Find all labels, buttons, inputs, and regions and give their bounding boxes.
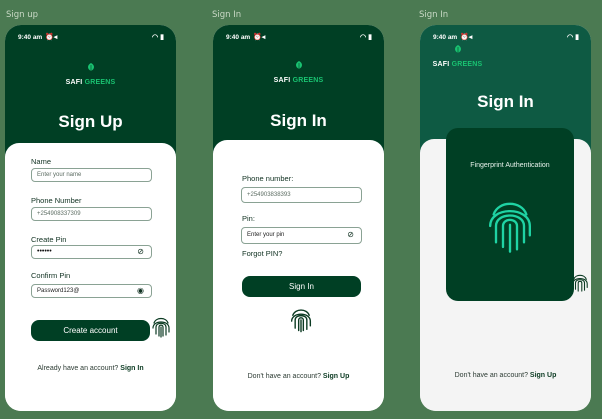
sign-up-link[interactable]: Sign Up xyxy=(323,373,349,380)
signup-prompt: Don't have an account? Sign Up xyxy=(213,373,384,380)
fingerprint-modal: Fingerprint Authentication xyxy=(446,128,574,301)
wifi-battery-icon: ◠▮ xyxy=(360,34,374,41)
logo-text-greens: GREENS xyxy=(84,79,116,86)
alarm-icon: ⏰◂ xyxy=(45,34,58,41)
eye-slash-icon[interactable]: ⊘ xyxy=(137,247,144,257)
status-time: 9:40 am xyxy=(433,34,458,41)
pin-label: Pin: xyxy=(242,214,255,223)
sign-up-link[interactable]: Sign Up xyxy=(530,372,556,379)
modal-title: Fingerprint Authentication xyxy=(470,162,550,169)
logo-text-safi: SAFI xyxy=(65,79,83,86)
status-bar: 9:40 am ⏰◂ ◠▮ xyxy=(420,33,591,45)
logo-text-greens: GREENS xyxy=(292,77,324,84)
eye-icon[interactable]: ◉ xyxy=(137,286,144,296)
logo-text-safi: SAFI xyxy=(432,61,450,68)
phone-signin: 9:40 am ⏰◂ ◠▮ SAFI GREENS Sign In Phone … xyxy=(213,25,384,411)
wifi-battery-icon: ◠▮ xyxy=(567,34,581,41)
sign-in-link[interactable]: Sign In xyxy=(120,365,143,372)
phone-input[interactable]: +254903838393 xyxy=(241,187,362,203)
create-pin-input[interactable]: •••••• ⊘ xyxy=(31,245,152,259)
brand-logo: SAFI GREENS xyxy=(5,63,176,89)
leaf-logo-icon xyxy=(295,61,302,69)
fingerprint-icon[interactable] xyxy=(289,306,313,334)
name-input[interactable]: Enter your name xyxy=(31,168,152,182)
pin-input[interactable]: Enter your pin ⊘ xyxy=(241,227,362,244)
status-time: 9:40 am xyxy=(18,34,43,41)
confirm-pin-label: Confirm Pin xyxy=(31,271,71,280)
signup-prompt-text: Don't have an account? xyxy=(454,372,528,379)
eye-slash-icon[interactable]: ⊘ xyxy=(347,230,354,240)
form-card: Phone number: +254903838393 Pin: Enter y… xyxy=(213,140,384,411)
signin-prompt-text: Already have an account? xyxy=(37,365,119,372)
frame-label-fingerprint: Sign In xyxy=(419,10,449,20)
fingerprint-icon[interactable] xyxy=(486,198,534,254)
forgot-pin-link[interactable]: Forgot PIN? xyxy=(242,249,282,258)
signup-prompt-text: Don't have an account? xyxy=(247,373,321,380)
status-bar: 9:40 am ⏰◂ ◠▮ xyxy=(213,33,384,45)
frame-label-signin: Sign In xyxy=(212,10,242,20)
brand-logo: SAFI GREENS xyxy=(213,61,384,87)
confirm-pin-value: Password123@ xyxy=(37,288,80,294)
logo-text-greens: GREENS xyxy=(451,61,483,68)
form-card: Name Enter your name Phone Number +25490… xyxy=(5,143,176,411)
create-account-button[interactable]: Create account xyxy=(31,320,150,341)
phone-label: Phone Number xyxy=(31,196,82,205)
phone-fingerprint: 9:40 am ⏰◂ ◠▮ SAFI GREENS Sign In Don't … xyxy=(420,25,591,411)
brand-logo: SAFI GREENS xyxy=(420,45,543,71)
fingerprint-icon[interactable] xyxy=(151,315,171,339)
alarm-icon: ⏰◂ xyxy=(253,34,266,41)
leaf-logo-icon xyxy=(87,63,94,71)
create-pin-value: •••••• xyxy=(37,248,52,255)
pin-placeholder: Enter your pin xyxy=(247,232,285,238)
leaf-logo-icon xyxy=(454,45,461,53)
page-title: Sign Up xyxy=(58,112,123,131)
phone-signup: 9:40 am ⏰◂ ◠▮ SAFI GREENS Sign Up Name E… xyxy=(5,25,176,411)
alarm-icon: ⏰◂ xyxy=(460,34,473,41)
signup-prompt: Don't have an account? Sign Up xyxy=(420,372,591,379)
phone-input[interactable]: +254908337309 xyxy=(31,207,152,221)
status-bar: 9:40 am ⏰◂ ◠▮ xyxy=(5,33,176,45)
create-pin-label: Create Pin xyxy=(31,235,67,244)
wifi-battery-icon: ◠▮ xyxy=(152,34,166,41)
page-title: Sign In xyxy=(477,92,534,111)
logo-text-safi: SAFI xyxy=(273,77,291,84)
page-title: Sign In xyxy=(270,111,327,130)
phone-label: Phone number: xyxy=(242,174,294,183)
frame-label-signup: Sign up xyxy=(6,10,39,20)
status-time: 9:40 am xyxy=(226,34,251,41)
confirm-pin-input[interactable]: Password123@ ◉ xyxy=(31,284,152,298)
sign-in-button[interactable]: Sign In xyxy=(242,276,361,297)
signin-prompt: Already have an account? Sign In xyxy=(5,365,176,372)
name-label: Name xyxy=(31,157,52,166)
